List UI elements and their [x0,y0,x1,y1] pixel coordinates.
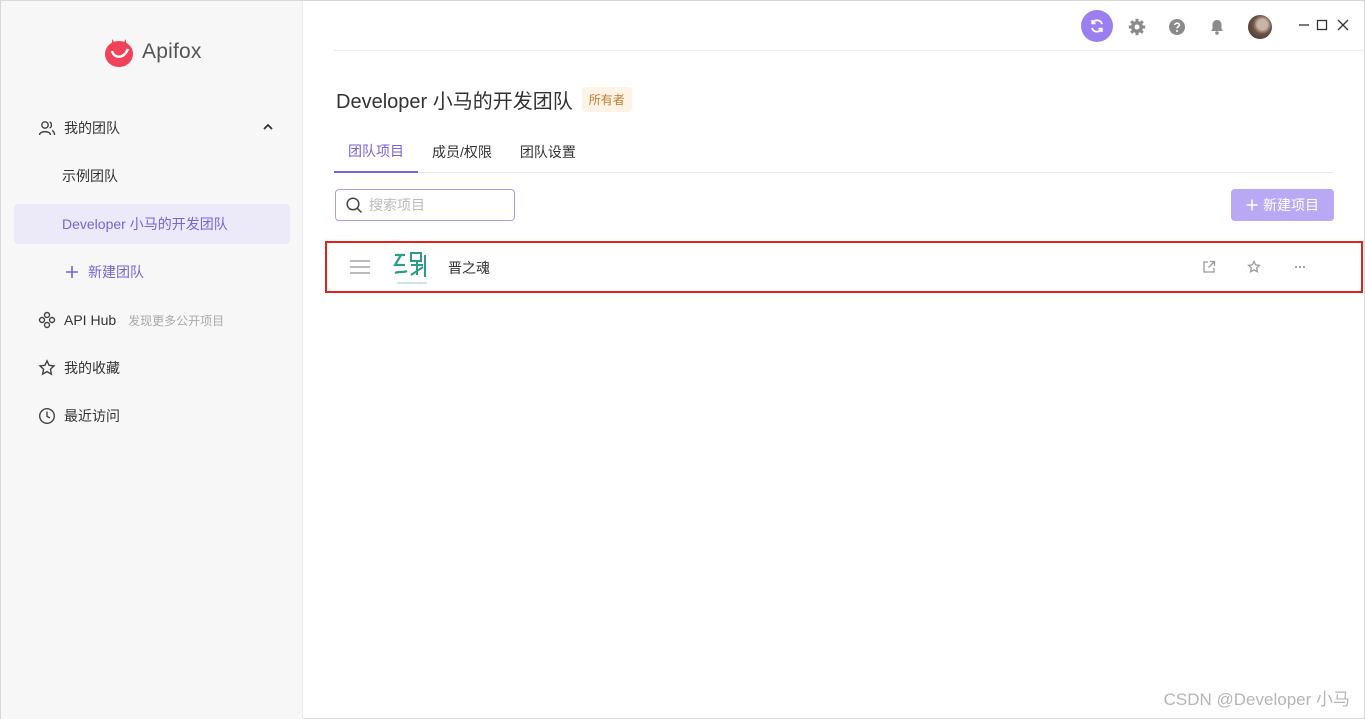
project-logo-icon [391,247,433,289]
user-avatar[interactable] [1248,15,1272,39]
open-project-button[interactable] [1198,256,1220,278]
sidebar-item-label: 我的团队 [64,120,120,136]
sidebar-item-label: 最近访问 [64,408,120,424]
favorite-project-button[interactable] [1243,256,1265,278]
sync-icon [1091,19,1103,33]
bell-icon [1211,20,1223,35]
star-icon [1247,260,1261,273]
sidebar-item-label: API Hub [64,312,117,328]
star-icon [37,358,57,378]
search-box[interactable] [335,189,515,221]
header-divider [334,50,1365,51]
sidebar-item-label: Developer 小马的开发团队 [62,216,228,232]
search-icon [346,196,363,213]
help-button[interactable] [1161,11,1193,43]
tab-members-permissions[interactable]: 成员/权限 [418,130,506,173]
tab-team-settings[interactable]: 团队设置 [506,130,590,173]
settings-button[interactable] [1121,11,1153,43]
sidebar-item-my-team[interactable]: 我的团队 [14,108,290,148]
close-icon [1337,19,1349,31]
project-name[interactable]: 晋之魂 [448,258,490,278]
app-name: Apifox [142,40,202,63]
team-tabs: 团队项目 成员/权限 团队设置 [334,130,1334,173]
sidebar-item-api-hub[interactable]: API Hub 发现更多公开项目 [14,300,290,340]
sidebar-item-label: 我的收藏 [64,360,120,376]
sync-button[interactable] [1081,10,1113,42]
role-badge: 所有者 [581,87,632,112]
new-project-button[interactable]: 新建项目 [1231,189,1334,221]
project-row[interactable]: 晋之魂 [325,241,1363,293]
sidebar-item-label: 新建团队 [88,264,144,280]
drag-handle-icon[interactable] [350,260,370,274]
more-options-button[interactable] [1289,256,1311,278]
sidebar-item-hint: 发现更多公开项目 [128,313,225,328]
app-logo: Apifox [102,35,202,69]
team-name: Developer 小马的开发团队 [336,91,573,113]
plus-icon [1246,199,1258,211]
api-hub-icon [37,310,57,330]
users-icon [37,118,57,138]
plus-icon [62,262,82,282]
gear-icon [1128,18,1146,36]
app-window: Apifox 我的团队 示例团队 Developer 小马的开发团队 新建团队 … [0,0,1365,719]
question-icon [1169,19,1185,35]
clock-icon [37,406,57,426]
new-project-label: 新建项目 [1263,197,1319,213]
sidebar-item-new-team[interactable]: 新建团队 [14,252,290,292]
search-input[interactable] [369,197,509,213]
sidebar-item-label: 示例团队 [62,168,118,184]
watermark: CSDN @Developer 小马 [1163,690,1350,709]
apifox-logo-icon [105,39,133,67]
close-button[interactable] [1327,9,1359,41]
sidebar: Apifox 我的团队 示例团队 Developer 小马的开发团队 新建团队 … [1,1,303,719]
tab-team-projects[interactable]: 团队项目 [334,130,418,173]
page-title: Developer 小马的开发团队 所有者 [336,85,632,114]
sidebar-item-dev-team[interactable]: Developer 小马的开发团队 [14,204,290,244]
chevron-up-icon[interactable] [262,120,274,136]
sidebar-item-recent[interactable]: 最近访问 [14,396,290,436]
notifications-button[interactable] [1201,11,1233,43]
more-icon [1294,265,1306,269]
external-link-icon [1203,260,1216,273]
sidebar-item-favorites[interactable]: 我的收藏 [14,348,290,388]
sidebar-item-example-team[interactable]: 示例团队 [14,156,290,196]
